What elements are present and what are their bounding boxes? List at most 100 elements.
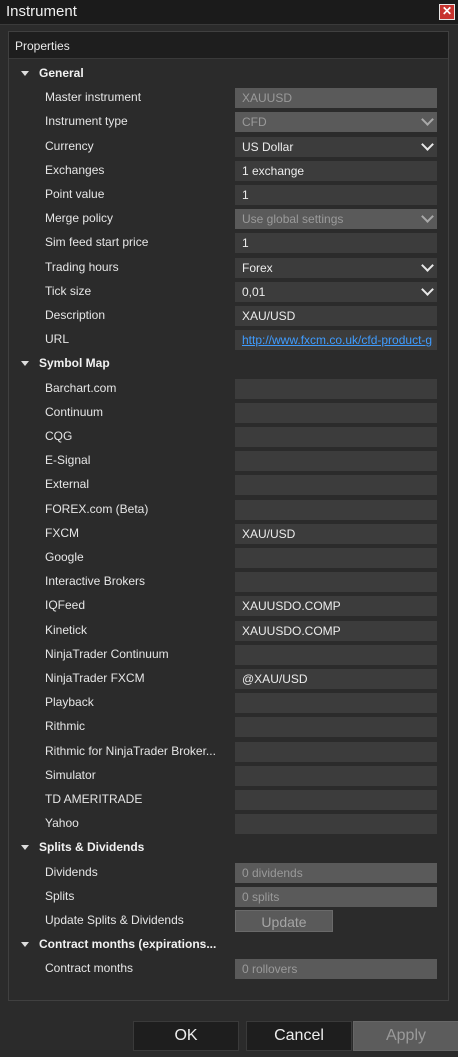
property-value: US Dollar	[242, 139, 294, 154]
window-title: Instrument	[6, 3, 77, 20]
property-label: E-Signal	[45, 453, 91, 468]
property-value-field[interactable]: XAUUSDO.COMP	[235, 596, 437, 617]
cancel-button[interactable]: Cancel	[246, 1021, 352, 1051]
category-symbol-map[interactable]: Symbol Map	[9, 352, 448, 376]
property-value: http://www.fxcm.co.uk/cfd-product-g	[242, 333, 433, 348]
category-splits-dividends[interactable]: Splits & Dividends	[9, 836, 448, 860]
update-button[interactable]: Update	[235, 910, 333, 932]
property-row-tick-size: Tick size 0,01	[9, 280, 448, 304]
property-row-point-value: Point value 1	[9, 183, 448, 207]
property-row-rithmic-for-ninjatrader-broker: Rithmic for NinjaTrader Broker...	[9, 740, 448, 764]
property-label: Splits	[45, 888, 75, 903]
property-value: XAU/USD	[242, 309, 296, 323]
property-value: 1	[242, 188, 249, 202]
property-row-e-signal: E-Signal	[9, 449, 448, 473]
property-value-field[interactable]: @XAU/USD	[235, 669, 437, 689]
property-row-currency: Currency US Dollar	[9, 135, 448, 159]
property-row-dividends: Dividends 0 dividends	[9, 861, 448, 885]
property-value-field[interactable]	[235, 402, 437, 423]
property-value: 0,01	[242, 284, 266, 299]
property-value-field[interactable]	[235, 814, 437, 835]
collapse-triangle-icon[interactable]	[21, 361, 29, 367]
property-label: FXCM	[45, 525, 79, 540]
property-label: Update Splits & Dividends	[45, 913, 184, 927]
property-label: Master instrument	[45, 90, 142, 105]
close-icon[interactable]: ✕	[439, 4, 455, 20]
property-value-field[interactable]	[235, 548, 437, 568]
property-row-splits: Splits 0 splits	[9, 885, 448, 909]
category-label: Symbol Map	[39, 356, 110, 371]
property-value-field[interactable]: XAU/USD	[235, 523, 437, 544]
property-value-field[interactable]	[235, 427, 437, 447]
property-value-field[interactable]	[235, 451, 437, 472]
property-row-update-splits-dividends: Update Splits & Dividends Update	[9, 909, 448, 933]
property-dropdown[interactable]: Forex	[235, 257, 437, 278]
property-value-field[interactable]	[235, 717, 437, 738]
property-label: CQG	[45, 429, 73, 443]
property-row-contract-months: Contract months 0 rollovers	[9, 957, 448, 981]
property-label: Tick size	[45, 283, 92, 298]
property-value-field[interactable]	[235, 378, 437, 399]
property-value: Use global settings	[242, 212, 344, 227]
category-label: Contract months (expirations...	[39, 937, 217, 952]
property-value-field[interactable]: 1 exchange	[235, 160, 437, 181]
property-value-field[interactable]: XAUUSD	[235, 88, 437, 109]
property-row-description: Description XAU/USD	[9, 304, 448, 328]
chevron-down-icon[interactable]	[421, 113, 434, 127]
property-value-field[interactable]	[235, 644, 437, 665]
category-contract-months[interactable]: Contract months (expirations...	[9, 933, 448, 957]
property-row-ninjatrader-continuum: NinjaTrader Continuum	[9, 643, 448, 667]
collapse-triangle-icon[interactable]	[21, 942, 29, 948]
collapse-triangle-icon[interactable]	[21, 71, 29, 76]
property-label: Playback	[45, 695, 94, 710]
apply-button[interactable]: Apply	[353, 1021, 458, 1051]
property-label: Description	[45, 308, 106, 322]
chevron-down-icon[interactable]	[421, 137, 434, 151]
property-value-field[interactable]: 0 dividends	[235, 862, 437, 883]
property-row-ninjatrader-fxcm: NinjaTrader FXCM @XAU/USD	[9, 667, 448, 691]
property-dropdown[interactable]: Use global settings	[235, 209, 437, 230]
property-label: NinjaTrader FXCM	[45, 671, 145, 685]
property-value-field[interactable]: XAU/USD	[235, 306, 437, 326]
property-dropdown[interactable]: US Dollar	[235, 136, 437, 157]
property-value-field[interactable]	[235, 693, 437, 714]
property-label: Google	[45, 550, 84, 564]
property-label: Sim feed start price	[45, 235, 149, 250]
property-value-field[interactable]: 1	[235, 185, 437, 205]
properties-header-label: Properties	[15, 39, 70, 53]
property-value-field[interactable]	[235, 790, 437, 810]
property-value-field[interactable]	[235, 499, 437, 520]
property-value-field[interactable]: 0 rollovers	[235, 959, 437, 980]
property-value-field[interactable]: 0 splits	[235, 886, 437, 907]
property-value-field[interactable]	[235, 475, 437, 496]
chevron-down-icon[interactable]	[421, 210, 434, 224]
property-label: Rithmic	[45, 719, 86, 734]
property-value: 0 rollovers	[242, 962, 298, 977]
property-value-field[interactable]: 1	[235, 233, 437, 254]
property-value-field[interactable]: XAUUSDO.COMP	[235, 620, 437, 641]
property-label: Simulator	[45, 767, 96, 782]
property-row-merge-policy: Merge policy Use global settings	[9, 207, 448, 231]
property-value-field[interactable]	[235, 572, 437, 593]
property-label: Instrument type	[45, 114, 128, 129]
property-value-field[interactable]	[235, 765, 437, 786]
chevron-down-icon[interactable]	[421, 258, 434, 272]
property-row-interactive-brokers: Interactive Brokers	[9, 570, 448, 594]
category-general[interactable]: General	[9, 62, 448, 86]
property-dropdown[interactable]: CFD	[235, 112, 437, 133]
property-dropdown[interactable]: 0,01	[235, 281, 437, 302]
property-value: XAUUSD	[242, 91, 293, 106]
property-label: Rithmic for NinjaTrader Broker...	[45, 743, 216, 758]
property-row-kinetick: Kinetick XAUUSDO.COMP	[9, 619, 448, 643]
property-value-field[interactable]	[235, 741, 437, 762]
ok-button[interactable]: OK	[133, 1021, 239, 1051]
chevron-down-icon[interactable]	[421, 282, 434, 296]
collapse-triangle-icon[interactable]	[21, 845, 29, 851]
category-label: Splits & Dividends	[39, 840, 145, 855]
url-link[interactable]: http://www.fxcm.co.uk/cfd-product-g	[235, 330, 437, 351]
property-label: Trading hours	[45, 259, 119, 274]
properties-header: Properties	[9, 32, 448, 59]
property-label: URL	[45, 332, 70, 347]
property-row-google: Google	[9, 546, 448, 570]
property-row-cqg: CQG	[9, 425, 448, 449]
